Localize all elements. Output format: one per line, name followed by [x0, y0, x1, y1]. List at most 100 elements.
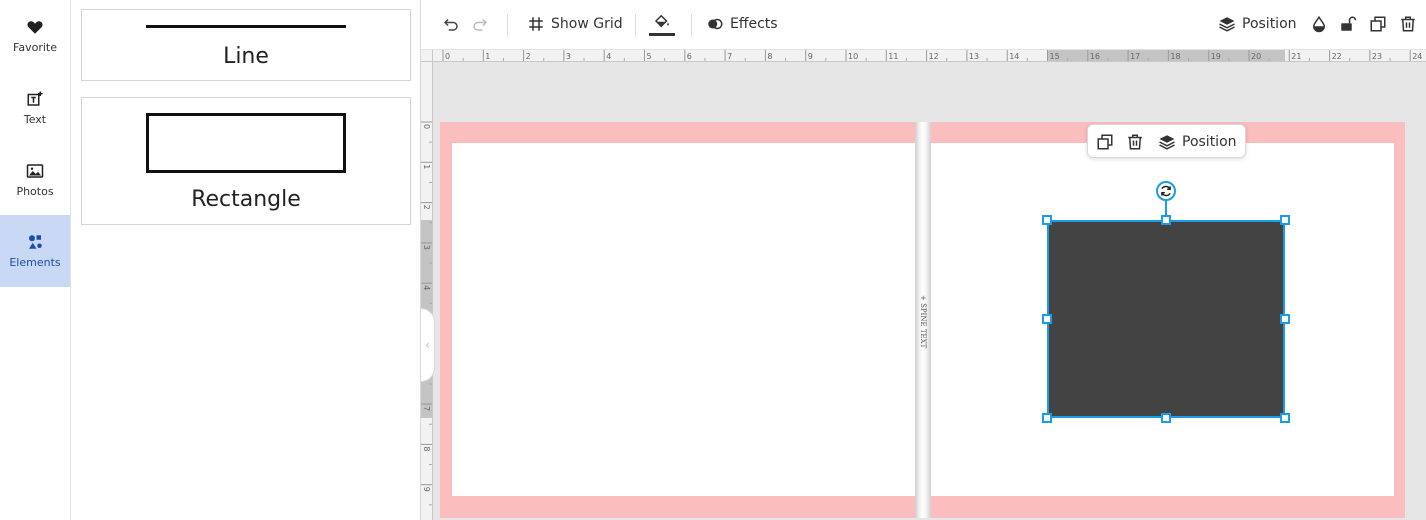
ruler-label: 1 — [485, 52, 490, 61]
ruler-corner — [421, 50, 433, 62]
image-icon — [26, 164, 44, 178]
ruler-label: 4 — [422, 285, 431, 290]
trash-icon — [1128, 134, 1142, 150]
element-card-line[interactable]: Line — [81, 9, 411, 81]
ruler-label: 20 — [1251, 52, 1261, 61]
position-label: Position — [1242, 16, 1297, 32]
chevron-left-icon: ‹ — [425, 338, 430, 352]
ruler-label: 7 — [727, 52, 732, 61]
ruler-top: 0 1 2 3 4 5 6 7 8 9 10 11 12 13 14 15 16 17 18 19 20 21 22 23 24 — [433, 50, 1426, 62]
ruler-label: 2 — [422, 205, 431, 210]
ruler-label: 3 — [566, 52, 571, 61]
element-card-label: Rectangle — [191, 187, 301, 212]
ruler-left-ticks: 0123456789 — [421, 121, 432, 506]
duplicate-button[interactable] — [1369, 0, 1387, 48]
heart-icon — [27, 21, 43, 34]
ctx-delete-button[interactable] — [1126, 125, 1144, 159]
left-page[interactable] — [452, 143, 915, 496]
ruler-label: 24 — [1412, 52, 1422, 61]
ruler-label: 23 — [1372, 52, 1382, 61]
resize-handle-bottom[interactable] — [1161, 413, 1171, 423]
show-grid-button[interactable]: Show Grid — [527, 0, 623, 48]
ruler-label: 3 — [422, 245, 431, 250]
effects-icon — [708, 18, 723, 30]
trash-icon — [1401, 16, 1415, 32]
ruler-label: 9 — [808, 52, 813, 61]
undo-icon — [443, 18, 458, 31]
resize-handle-right[interactable] — [1280, 314, 1290, 324]
grid-icon — [529, 17, 543, 31]
selected-rectangle-shape[interactable] — [1047, 220, 1285, 418]
toolbar-divider — [635, 14, 636, 36]
element-card-label: Line — [223, 44, 269, 69]
nav-item-label: Favorite — [13, 41, 57, 54]
drop-icon — [1312, 15, 1326, 33]
nav-item-text[interactable]: Text — [0, 72, 70, 144]
ctx-duplicate-button[interactable] — [1096, 125, 1114, 159]
text-add-icon — [27, 91, 43, 106]
shapes-icon — [29, 235, 42, 249]
position-button[interactable]: Position — [1218, 0, 1297, 48]
ruler-label: 18 — [1170, 52, 1180, 61]
line-preview — [146, 25, 346, 28]
redo-button[interactable] — [471, 0, 489, 48]
resize-handle-top[interactable] — [1161, 215, 1171, 225]
rotate-icon — [1161, 185, 1171, 197]
ruler-label: 9 — [422, 487, 431, 492]
ruler-left: 0123456789 — [421, 62, 433, 520]
lock-button[interactable] — [1339, 0, 1357, 48]
ruler-label: 19 — [1211, 52, 1221, 61]
ruler-label: 16 — [1090, 52, 1100, 61]
delete-button[interactable] — [1399, 0, 1417, 48]
collapse-panel-button[interactable]: ‹ — [421, 308, 435, 382]
ruler-label: 14 — [1009, 52, 1019, 61]
element-card-rectangle[interactable]: Rectangle — [81, 97, 411, 225]
nav-item-label: Elements — [9, 256, 61, 269]
rotate-handle[interactable] — [1156, 181, 1176, 201]
show-grid-label: Show Grid — [551, 16, 623, 32]
ruler-label: 7 — [422, 406, 431, 411]
fill-color-swatch — [649, 33, 675, 36]
effects-label: Effects — [730, 16, 778, 32]
unlock-icon — [1341, 16, 1357, 31]
top-toolbar: Show Grid Effects Position — [421, 0, 1426, 50]
resize-handle-bottom-left[interactable] — [1042, 413, 1052, 423]
redo-icon — [473, 18, 488, 31]
ruler-label: 21 — [1291, 52, 1301, 61]
effects-button[interactable]: Effects — [706, 0, 778, 48]
ruler-label: 10 — [848, 52, 858, 61]
resize-handle-top-left[interactable] — [1042, 215, 1052, 225]
ruler-label: 0 — [422, 124, 431, 129]
left-nav: Favorite Text Photos Elements — [0, 0, 71, 520]
nav-item-label: Text — [23, 113, 47, 126]
ruler-label: 6 — [687, 52, 692, 61]
ctx-position-button[interactable]: Position — [1158, 125, 1237, 159]
resize-handle-left[interactable] — [1042, 314, 1052, 324]
ruler-label: 1 — [422, 164, 431, 169]
nav-item-elements[interactable]: Elements — [0, 215, 70, 287]
nav-item-photos[interactable]: Photos — [0, 144, 70, 216]
layers-icon — [1219, 17, 1235, 32]
nav-item-favorite[interactable]: Favorite — [0, 0, 70, 72]
nav-item-label: Photos — [16, 185, 54, 198]
rectangle-preview — [146, 113, 346, 173]
undo-button[interactable] — [442, 0, 460, 48]
resize-handle-bottom-right[interactable] — [1280, 413, 1290, 423]
opacity-button[interactable] — [1310, 0, 1328, 48]
ruler-label: 4 — [606, 52, 611, 61]
toolbar-divider — [507, 14, 508, 36]
duplicate-icon — [1097, 134, 1113, 150]
context-toolbar: Position — [1087, 124, 1246, 158]
spine-text-button[interactable]: + SPINE TEXT — [918, 292, 928, 352]
ruler-label: 11 — [888, 52, 898, 61]
ruler-label: 17 — [1130, 52, 1140, 61]
fill-color-button[interactable] — [649, 0, 675, 48]
resize-handle-top-right[interactable] — [1280, 215, 1290, 225]
ruler-top-ticks: 0 1 2 3 4 5 6 7 8 9 10 11 12 13 14 15 16 17 18 19 20 21 22 23 24 — [442, 50, 1422, 61]
ruler-label: 13 — [969, 52, 979, 61]
elements-panel: Line Rectangle — [71, 0, 421, 520]
paint-bucket-icon — [654, 14, 669, 28]
ruler-label: 8 — [422, 446, 431, 451]
ruler-label: 8 — [767, 52, 772, 61]
ruler-label: 22 — [1332, 52, 1342, 61]
